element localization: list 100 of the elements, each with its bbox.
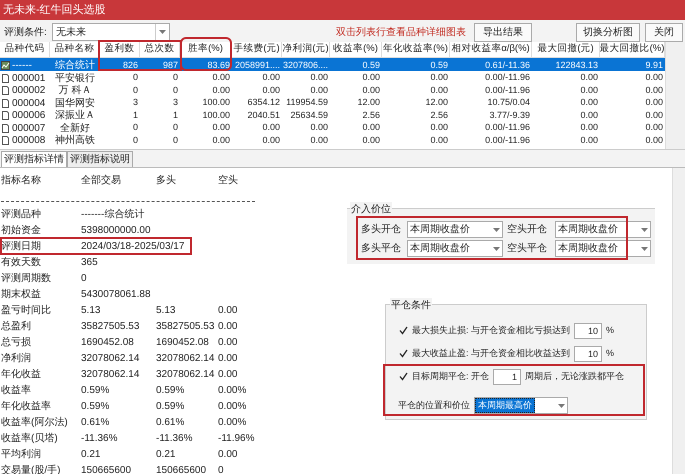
metric-value: 1690452.08: [81, 336, 135, 350]
column-header: 空头: [218, 174, 239, 188]
metric-value: 0.59%: [81, 384, 110, 398]
table-cell-text: 0.00: [261, 121, 281, 134]
metric-value: 0.59%: [156, 384, 186, 398]
table-cell-text: 0.00: [309, 71, 329, 84]
metric-value: 0: [81, 272, 88, 286]
option-label: 目标周期平仓: 开仓: [412, 370, 490, 383]
table-row[interactable]: 000002 万 科Ａ 0 0 0.00 0.00 0.00 0.00 0.00 0.00/-11.96 0.00 0.00: [0, 83, 665, 96]
metric-value: 0.00: [218, 352, 238, 366]
metric-value: 0.00%: [218, 400, 248, 414]
option-label: 最大损失止损: 与开仓资金相比亏损达到: [412, 324, 570, 337]
table-cell-text: 0.59: [429, 58, 449, 72]
table-row[interactable]: 000004 国华网安 3 3 100.00 6354.12 119954.59 12.00 12.00 10.75/0.04 0.00 0.00: [0, 96, 665, 108]
stock-code: 000007: [12, 122, 46, 136]
checkbox[interactable]: [398, 326, 408, 336]
table-row[interactable]: 000008 神州高铁 0 0 0.00 0.00 0.00 0.00 0.00 0.00/-11.96 0.00 0.00: [0, 133, 665, 146]
metric-value: 2024/03/18-2025/03/17: [81, 240, 186, 254]
button[interactable]: 关闭: [645, 22, 683, 42]
table-cell-text: 0.00: [361, 71, 381, 84]
number-field[interactable]: 10: [574, 346, 602, 362]
table-cell-text: 0.00: [644, 134, 664, 147]
price-dropdown[interactable]: 本周期收盘价: [407, 221, 503, 238]
table-row[interactable]: 000001 平安银行 0 0 0.00 0.00 0.00 0.00 0.00 0.00/-11.96 0.00 0.00: [0, 70, 665, 83]
tab[interactable]: 评测指标说明: [67, 151, 133, 167]
table-cell-text: 12.00: [356, 96, 381, 110]
metric-value: 35827505.53: [156, 320, 216, 334]
table-cell-text: 0.00: [309, 134, 329, 147]
metric-value: 32078062.14: [81, 352, 140, 366]
stock-code: 000004: [12, 96, 46, 110]
table-cell-text: 0: [132, 121, 139, 134]
metric-value: -11.36%: [81, 432, 119, 446]
table-cell-text: 100.00: [201, 96, 231, 110]
scrollbar[interactable]: [672, 168, 685, 474]
table-cell-text: 0.00: [361, 134, 381, 147]
table-row[interactable]: 000006 深振业Ａ 1 1 100.00 2040.51 25634.59 2.56 2.56 3.77/-9.39 0.00 0.00: [0, 108, 665, 120]
metric-value: 1690452.08: [156, 336, 210, 350]
price-dropdown[interactable]: 本周期最高价: [474, 397, 568, 414]
table-cell-text: 0.00: [211, 71, 231, 84]
stock-name: 国华网安: [54, 96, 96, 110]
table-row[interactable]: 000007 全新好 0 0 0.00 0.00 0.00 0.00 0.00 0.00/-11.96 0.00 0.00: [0, 120, 665, 133]
table-cell-text: 0: [132, 71, 139, 84]
metric-label: 评测日期: [1, 240, 42, 254]
metric-value: 0.61%: [81, 416, 110, 430]
metric-value: 0.59%: [156, 400, 186, 414]
metric-value: 5430078061.88: [81, 288, 152, 302]
condition-dropdown[interactable]: 无未来: [52, 23, 170, 41]
table-cell-text: 122843.13: [554, 58, 599, 72]
table-cell-text: 826: [122, 58, 139, 72]
metric-label: 收益率(贝塔): [1, 432, 59, 446]
checkbox[interactable]: [398, 348, 408, 358]
metric-value: 5.13: [81, 304, 102, 318]
metric-value: 150665600: [81, 464, 132, 474]
metric-label: 净利润: [1, 352, 32, 366]
stock-name: 神州高铁: [54, 134, 96, 148]
table-cell-text: 0.00: [644, 108, 664, 122]
price-dropdown[interactable]: 本周期收盘价: [407, 240, 503, 257]
metric-value: 0.00: [218, 304, 238, 318]
hint-text: 双击列表行查看品种详细图表: [336, 26, 467, 40]
metric-value: 32078062.14: [81, 368, 140, 382]
metric-value: 32078062.14: [156, 352, 216, 366]
table-cell-text: 0: [172, 134, 179, 147]
number-field[interactable]: 1: [493, 368, 522, 384]
scrollbar[interactable]: [665, 42, 685, 149]
number-field[interactable]: 10: [574, 322, 602, 338]
metric-value: 0.00: [218, 448, 238, 462]
table-cell-text: 0.00: [211, 84, 231, 97]
checkbox[interactable]: [398, 372, 408, 382]
table-cell-text: 0: [132, 84, 139, 97]
caret-icon: [492, 246, 500, 250]
column-header: 多头: [156, 174, 177, 188]
price-dropdown[interactable]: 本周期收盘价: [555, 240, 651, 257]
metric-value: 0.21: [156, 448, 176, 462]
table-cell-text: 0.00: [361, 121, 381, 134]
button[interactable]: 导出结果: [474, 22, 532, 42]
table-cell-text: 0.61/-11.36: [484, 58, 531, 72]
table-cell-text: 0.00: [579, 108, 599, 122]
table-cell-text: 25634.59: [289, 108, 329, 122]
metric-value: 0.00%: [218, 416, 248, 430]
unit-label: %: [606, 346, 614, 360]
stock-name: 综合统计: [54, 58, 96, 72]
option-label: 平仓的位置和价位: [398, 398, 470, 412]
field-label: 空头平仓: [507, 242, 547, 256]
table-cell-text: 0.00: [579, 84, 599, 97]
tab[interactable]: 评测指标详情: [1, 151, 67, 167]
table-row[interactable]: ------ 综合统计 826 987 83.69 2058991.... 3207806.... 0.59 0.59 0.61/-11.36 122843.13 9.91: [0, 58, 665, 70]
metric-value: 0.59%: [81, 400, 110, 414]
unit-label: 周期后，无论涨跌都平仓: [525, 370, 624, 383]
caret-icon: [558, 404, 564, 408]
price-dropdown[interactable]: 本周期收盘价: [555, 221, 651, 238]
metric-value: -------综合统计: [81, 208, 146, 222]
metric-label: 初始资金: [1, 224, 42, 238]
table-cell-text: 0.00: [261, 84, 281, 97]
field-label: 空头开仓: [507, 222, 547, 237]
table-cell-text: 0: [172, 71, 179, 84]
stock-code: 000008: [12, 134, 46, 148]
metric-label: 评测周期数: [1, 272, 52, 286]
table-cell-text: 3: [132, 96, 139, 110]
table-cell-text: 3207806....: [282, 58, 329, 72]
button[interactable]: 切换分析图: [576, 22, 640, 42]
